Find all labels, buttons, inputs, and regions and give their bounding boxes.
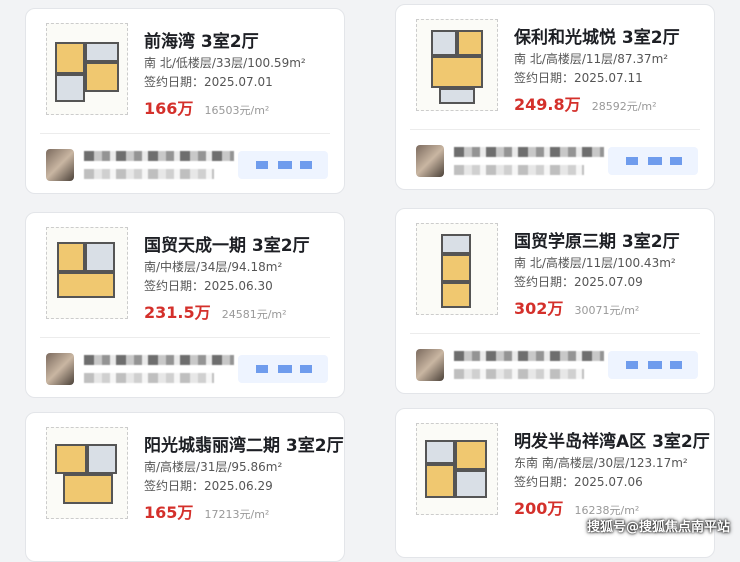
listing-title[interactable]: 明发半岛祥湾A区 3室2厅 xyxy=(514,427,710,452)
listing-meta: 东南 南/高楼层/30层/123.17m² xyxy=(514,456,688,470)
total-price: 166万 xyxy=(144,99,194,118)
total-price: 200万 xyxy=(514,499,564,518)
unit-price: 24581元/m² xyxy=(221,308,287,321)
contact-agent-button[interactable] xyxy=(238,151,328,179)
listing-card[interactable]: 国贸学原三期 3室2厅 南 北/高楼层/11层/100.43m² 签约日期：20… xyxy=(395,208,715,394)
agent-avatar[interactable] xyxy=(46,149,74,181)
listing-meta: 南 北/高楼层/11层/87.37m² xyxy=(514,52,669,66)
listing-card[interactable]: 保利和光城悦 3室2厅 南 北/高楼层/11层/87.37m² 签约日期：202… xyxy=(395,4,715,190)
agent-sub-info-blurred xyxy=(454,165,584,175)
listing-title[interactable]: 国贸学原三期 3室2厅 xyxy=(514,227,680,252)
listing-meta: 南/中楼层/34层/94.18m² xyxy=(144,260,283,274)
agent-info-blurred xyxy=(84,151,234,161)
listing-card[interactable]: 前海湾 3室2厅 南 北/低楼层/33层/100.59m² 签约日期：2025.… xyxy=(25,8,345,194)
total-price: 302万 xyxy=(514,299,564,318)
floor-plan-image xyxy=(416,19,498,111)
floor-plan-image xyxy=(46,427,128,519)
listing-title[interactable]: 保利和光城悦 3室2厅 xyxy=(514,23,680,48)
listing-title[interactable]: 国贸天成一期 3室2厅 xyxy=(144,231,310,256)
floor-plan-image xyxy=(46,23,128,115)
price-line: 249.8万 28592元/m² xyxy=(514,91,657,115)
listing-card[interactable]: 明发半岛祥湾A区 3室2厅 东南 南/高楼层/30层/123.17m² 签约日期… xyxy=(395,408,715,558)
agent-avatar[interactable] xyxy=(46,353,74,385)
contact-agent-button[interactable] xyxy=(608,147,698,175)
agent-avatar[interactable] xyxy=(416,145,444,177)
sign-date: 签约日期：2025.07.06 xyxy=(514,475,643,489)
floor-plan-image xyxy=(46,227,128,319)
agent-info-blurred xyxy=(454,147,604,157)
agent-avatar[interactable] xyxy=(416,349,444,381)
listing-meta: 南/高楼层/31层/95.86m² xyxy=(144,460,283,474)
price-line: 302万 30071元/m² xyxy=(514,295,639,319)
price-line: 165万 17213元/m² xyxy=(144,499,269,523)
divider xyxy=(410,333,700,334)
total-price: 165万 xyxy=(144,503,194,522)
listing-meta: 南 北/低楼层/33层/100.59m² xyxy=(144,56,306,70)
unit-price: 30071元/m² xyxy=(574,304,640,317)
unit-price: 28592元/m² xyxy=(591,100,657,113)
agent-sub-info-blurred xyxy=(84,169,214,179)
listing-card[interactable]: 阳光城翡丽湾二期 3室2厅 南/高楼层/31层/95.86m² 签约日期：202… xyxy=(25,412,345,562)
divider xyxy=(410,129,700,130)
divider xyxy=(40,133,330,134)
agent-sub-info-blurred xyxy=(454,369,584,379)
listing-meta: 南 北/高楼层/11层/100.43m² xyxy=(514,256,676,270)
floor-plan-image xyxy=(416,423,498,515)
agent-info-blurred xyxy=(84,355,234,365)
listing-card[interactable]: 国贸天成一期 3室2厅 南/中楼层/34层/94.18m² 签约日期：2025.… xyxy=(25,212,345,398)
sign-date: 签约日期：2025.07.11 xyxy=(514,71,643,85)
unit-price: 17213元/m² xyxy=(204,508,270,521)
listing-title[interactable]: 前海湾 3室2厅 xyxy=(144,27,259,52)
contact-agent-button[interactable] xyxy=(238,355,328,383)
total-price: 249.8万 xyxy=(514,95,581,114)
unit-price: 16503元/m² xyxy=(204,104,270,117)
sign-date: 签约日期：2025.06.30 xyxy=(144,279,273,293)
agent-sub-info-blurred xyxy=(84,373,214,383)
total-price: 231.5万 xyxy=(144,303,211,322)
sign-date: 签约日期：2025.07.01 xyxy=(144,75,273,89)
floor-plan-image xyxy=(416,223,498,315)
divider xyxy=(40,337,330,338)
source-watermark: 搜狐号@搜狐焦点南平站 xyxy=(586,520,730,535)
sign-date: 签约日期：2025.06.29 xyxy=(144,479,273,493)
price-line: 231.5万 24581元/m² xyxy=(144,299,287,323)
listing-title[interactable]: 阳光城翡丽湾二期 3室2厅 xyxy=(144,431,344,456)
contact-agent-button[interactable] xyxy=(608,351,698,379)
price-line: 166万 16503元/m² xyxy=(144,95,269,119)
sign-date: 签约日期：2025.07.09 xyxy=(514,275,643,289)
agent-info-blurred xyxy=(454,351,604,361)
